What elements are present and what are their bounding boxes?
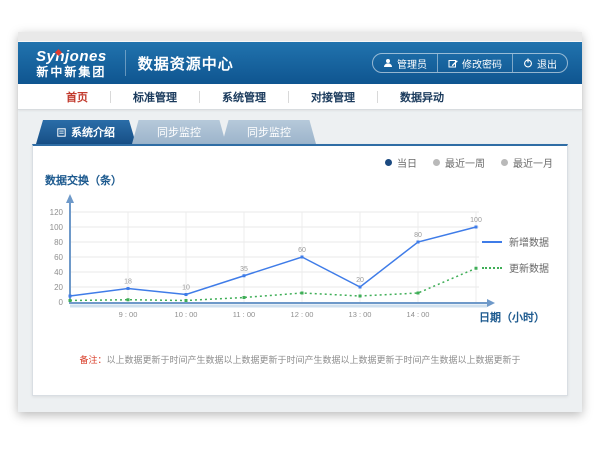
svg-text:100: 100 [470,217,482,224]
svg-text:80: 80 [54,238,63,247]
svg-text:35: 35 [240,266,248,273]
svg-text:14 : 00: 14 : 00 [407,310,430,319]
blue-line-swatch [482,241,502,243]
content-area: 系统介绍 同步监控 同步监控 当日 最近一周 [18,110,582,396]
filter-last-month[interactable]: 最近一月 [501,155,553,170]
logout-button[interactable]: 退出 [512,54,567,72]
logo-text-cn: 新中新集团 [36,66,106,78]
user-icon [383,58,393,68]
tab-label: 同步监控 [157,124,201,140]
tab-system-intro[interactable]: 系统介绍 [36,120,136,144]
filter-label: 最近一月 [513,155,553,170]
change-password-label: 修改密码 [462,56,502,71]
header-user-controls: 管理员 修改密码 退出 [372,53,568,73]
user-button[interactable]: 管理员 [373,54,437,72]
svg-text:80: 80 [414,232,422,239]
logo: Synjones 新中新集团 [30,49,113,78]
edit-icon [448,58,458,68]
filter-label: 最近一周 [445,155,485,170]
chart-panel: 当日 最近一周 最近一月 数据交换（条） 0 20 40 60 80 100 120 9 : … [32,144,568,396]
svg-text:20: 20 [54,283,63,292]
svg-text:20: 20 [356,277,364,284]
svg-text:12 : 00: 12 : 00 [291,310,314,319]
window-top-strip [18,32,582,42]
tab-sync-monitor-2[interactable]: 同步监控 [222,120,316,144]
footnote-prefix: 备注： [79,355,106,365]
logo-text-en: Synjones [36,49,107,64]
filter-label: 当日 [397,155,417,170]
green-dotted-swatch [482,267,502,269]
y-axis-title: 数据交换（条） [45,172,122,188]
tab-label: 同步监控 [247,124,291,140]
radio-icon [433,159,440,166]
legend-label: 更新数据 [509,260,549,275]
nav-item-standards[interactable]: 标准管理 [111,89,199,105]
radio-icon [501,159,508,166]
app-window: Synjones 新中新集团 数据资源中心 管理员 修改密码 [18,32,582,412]
svg-text:60: 60 [298,247,306,254]
svg-text:120: 120 [50,208,64,217]
logout-label: 退出 [537,56,557,71]
chart-legend: 新增数据 更新数据 [482,234,549,275]
user-label: 管理员 [397,56,427,71]
power-icon [523,58,533,68]
svg-text:13 : 00: 13 : 00 [349,310,372,319]
nav-item-data-changes[interactable]: 数据异动 [378,89,466,105]
line-chart: 0 20 40 60 80 100 120 9 : 00 10 : 00 11 : 00 12 : … [35,190,501,330]
svg-text:0: 0 [59,298,64,307]
filter-today[interactable]: 当日 [385,155,417,170]
tab-sync-monitor-1[interactable]: 同步监控 [132,120,226,144]
header-divider [125,50,126,76]
svg-text:10 : 00: 10 : 00 [175,310,198,319]
svg-text:60: 60 [54,253,63,262]
page-title: 数据资源中心 [138,53,234,74]
svg-text:11 : 00: 11 : 00 [233,310,255,319]
footnote-text: 以上数据更新于时间产生数据以上数据更新于时间产生数据以上数据更新于时间产生数据以… [107,355,521,365]
nav-item-home[interactable]: 首页 [44,89,110,105]
svg-text:100: 100 [50,223,64,232]
legend-item-new-data: 新增数据 [482,234,549,249]
tab-label: 系统介绍 [71,124,115,140]
nav-item-integration[interactable]: 对接管理 [289,89,377,105]
document-icon [57,128,66,137]
svg-text:10: 10 [182,285,190,292]
legend-label: 新增数据 [509,234,549,249]
header: Synjones 新中新集团 数据资源中心 管理员 修改密码 [18,42,582,84]
radio-selected-icon [385,159,392,166]
time-range-filters: 当日 最近一周 最近一月 [385,155,553,170]
tab-bar: 系统介绍 同步监控 同步监控 [36,120,568,144]
change-password-button[interactable]: 修改密码 [437,54,512,72]
legend-item-updated-data: 更新数据 [482,260,549,275]
main-nav: 首页 标准管理 系统管理 对接管理 数据异动 [18,84,582,110]
svg-text:40: 40 [54,268,63,277]
svg-text:18: 18 [124,279,132,286]
x-axis-title: 日期（小时） [479,309,545,325]
svg-text:9 : 00: 9 : 00 [119,310,138,319]
filter-last-week[interactable]: 最近一周 [433,155,485,170]
nav-item-system[interactable]: 系统管理 [200,89,288,105]
footnote: 备注：以上数据更新于时间产生数据以上数据更新于时间产生数据以上数据更新于时间产生… [33,353,567,366]
